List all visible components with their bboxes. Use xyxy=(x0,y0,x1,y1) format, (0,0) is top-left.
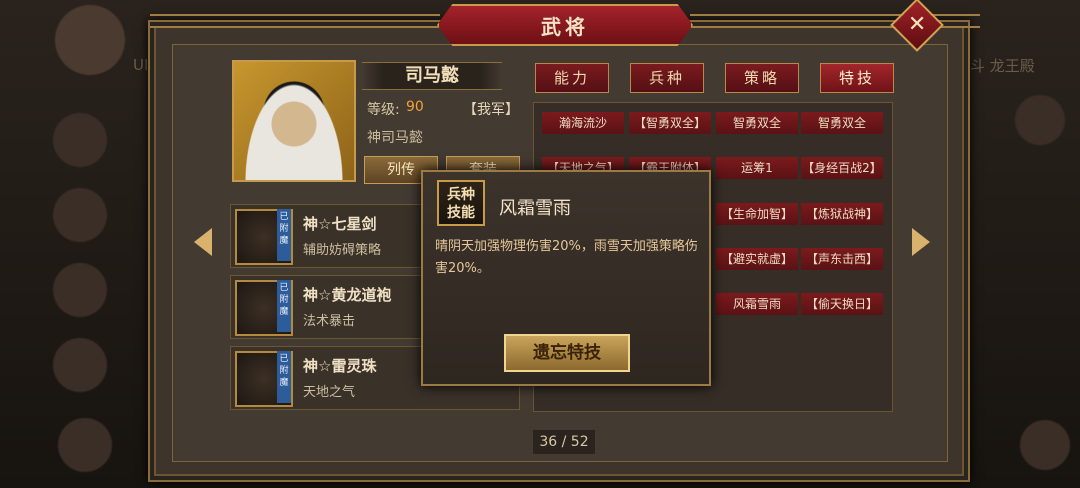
skill-item[interactable]: 【智勇双全】 xyxy=(629,112,711,134)
skill-title: 风霜雪雨 xyxy=(499,198,571,219)
enchanted-tag: 已附魔 xyxy=(277,351,291,403)
level-label: 等级: xyxy=(367,102,400,118)
general-title: 神司马懿 xyxy=(367,130,423,146)
general-portrait xyxy=(232,60,356,182)
title-ornament-left xyxy=(150,14,440,28)
page-title: 武将 xyxy=(437,4,693,46)
skill-item[interactable]: 【避实就虚】 xyxy=(716,248,798,270)
badge-line1: 兵种 xyxy=(447,187,475,203)
equipment-name: 神☆七星剑 xyxy=(303,215,377,233)
skill-item[interactable]: 【生命加智】 xyxy=(716,203,798,225)
tab-special-skill[interactable]: 特技 xyxy=(820,63,894,93)
next-general-arrow-icon[interactable] xyxy=(912,228,930,256)
skill-item[interactable]: 智勇双全 xyxy=(801,112,883,134)
tab-strategy[interactable]: 策略 xyxy=(725,63,799,93)
skill-item[interactable]: 风霜雪雨 xyxy=(716,293,798,315)
skill-item[interactable]: 智勇双全 xyxy=(716,112,798,134)
badge-line2: 技能 xyxy=(447,205,475,221)
page-indicator: 36 / 52 xyxy=(533,430,595,454)
tab-troop[interactable]: 兵种 xyxy=(630,63,704,93)
equipment-effect: 天地之气 xyxy=(303,385,356,400)
skill-detail-popup: 兵种 技能 风霜雪雨 晴阴天加强物理伤害20%，雨雪天加强策略伤害20%。 遗忘… xyxy=(421,170,711,386)
faction-label: 【我军】 xyxy=(463,102,519,118)
equipment-effect: 辅助妨碍策略 xyxy=(303,243,382,258)
skill-item[interactable]: 瀚海流沙 xyxy=(542,112,624,134)
enchanted-tag: 已附魔 xyxy=(277,280,291,332)
prev-general-arrow-icon[interactable] xyxy=(194,228,212,256)
tab-ability[interactable]: 能力 xyxy=(535,63,609,93)
skill-item[interactable]: 运筹1 xyxy=(716,157,798,179)
forget-skill-button[interactable]: 遗忘特技 xyxy=(504,334,630,372)
equipment-name: 神☆雷灵珠 xyxy=(303,357,377,375)
skill-item[interactable]: 【声东击西】 xyxy=(801,248,883,270)
skill-item[interactable]: 【偷天换日】 xyxy=(801,293,883,315)
enchanted-tag: 已附魔 xyxy=(277,209,291,261)
equipment-effect: 法术暴击 xyxy=(303,314,356,329)
skill-item[interactable]: 【炼狱战神】 xyxy=(801,203,883,225)
city-label: 斗 龙王殿 xyxy=(970,57,1035,75)
skill-item[interactable]: 【身经百战2】 xyxy=(801,157,883,179)
equipment-name: 神☆黄龙道袍 xyxy=(303,286,392,304)
general-name: 司马懿 xyxy=(362,62,502,90)
troop-skill-badge-icon: 兵种 技能 xyxy=(437,180,485,226)
close-icon: ✕ xyxy=(907,12,927,37)
level-value: 90 xyxy=(406,99,424,115)
skill-description: 晴阴天加强物理伤害20%，雨雪天加强策略伤害20%。 xyxy=(435,239,698,276)
